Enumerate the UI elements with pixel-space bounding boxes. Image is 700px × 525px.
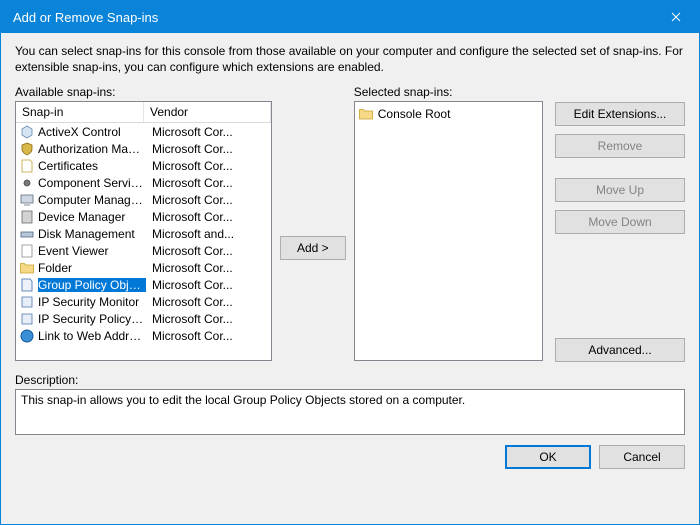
snapin-name: Computer Managem... bbox=[38, 193, 146, 207]
snapin-name: ActiveX Control bbox=[38, 125, 146, 139]
snapin-name: Authorization Manager bbox=[38, 142, 146, 156]
list-item[interactable]: Component ServicesMicrosoft Cor... bbox=[16, 174, 271, 191]
intro-text: You can select snap-ins for this console… bbox=[15, 43, 685, 75]
side-buttons: Edit Extensions... Remove Move Up Move D… bbox=[549, 85, 685, 361]
advanced-button[interactable]: Advanced... bbox=[555, 338, 685, 362]
snapin-name: Event Viewer bbox=[38, 244, 146, 258]
snapin-name: Folder bbox=[38, 261, 146, 275]
folder-icon bbox=[358, 106, 374, 122]
spacer bbox=[555, 166, 685, 178]
snapin-name: Group Policy Object ... bbox=[38, 278, 146, 292]
col-snapin[interactable]: Snap-in bbox=[16, 102, 144, 122]
list-item[interactable]: Group Policy Object ...Microsoft Cor... bbox=[16, 276, 271, 293]
list-item[interactable]: IP Security Policy M...Microsoft Cor... bbox=[16, 310, 271, 327]
snapin-name: Device Manager bbox=[38, 210, 146, 224]
link-icon bbox=[19, 328, 35, 344]
tree-root-label: Console Root bbox=[378, 107, 451, 121]
vendor-name: Microsoft Cor... bbox=[146, 244, 271, 258]
vendor-name: Microsoft Cor... bbox=[146, 329, 271, 343]
edit-extensions-button[interactable]: Edit Extensions... bbox=[555, 102, 685, 126]
description-label: Description: bbox=[15, 373, 685, 387]
snapin-name: Certificates bbox=[38, 159, 146, 173]
move-down-button[interactable]: Move Down bbox=[555, 210, 685, 234]
description-text: This snap-in allows you to edit the loca… bbox=[21, 393, 465, 407]
vendor-name: Microsoft Cor... bbox=[146, 278, 271, 292]
list-item[interactable]: Authorization ManagerMicrosoft Cor... bbox=[16, 140, 271, 157]
move-up-button[interactable]: Move Up bbox=[555, 178, 685, 202]
dialog-content: You can select snap-ins for this console… bbox=[1, 33, 699, 524]
snapin-name: Link to Web Address bbox=[38, 329, 146, 343]
ok-button[interactable]: OK bbox=[505, 445, 591, 469]
vendor-name: Microsoft Cor... bbox=[146, 125, 271, 139]
vendor-name: Microsoft Cor... bbox=[146, 261, 271, 275]
tree-root[interactable]: Console Root bbox=[358, 105, 539, 122]
list-item[interactable]: FolderMicrosoft Cor... bbox=[16, 259, 271, 276]
list-item[interactable]: Computer Managem...Microsoft Cor... bbox=[16, 191, 271, 208]
dialog-window: Add or Remove Snap-ins You can select sn… bbox=[0, 0, 700, 525]
list-header: Snap-in Vendor bbox=[16, 102, 271, 123]
snapin-name: IP Security Monitor bbox=[38, 295, 146, 309]
dialog-footer: OK Cancel bbox=[15, 435, 685, 469]
vendor-name: Microsoft Cor... bbox=[146, 159, 271, 173]
list-item[interactable]: Device ManagerMicrosoft Cor... bbox=[16, 208, 271, 225]
vendor-name: Microsoft and... bbox=[146, 227, 271, 241]
list-item[interactable]: Event ViewerMicrosoft Cor... bbox=[16, 242, 271, 259]
cube-icon bbox=[19, 124, 35, 140]
device-icon bbox=[19, 209, 35, 225]
computer-icon bbox=[19, 192, 35, 208]
cert-icon bbox=[19, 158, 35, 174]
list-item[interactable]: IP Security MonitorMicrosoft Cor... bbox=[16, 293, 271, 310]
add-column: Add > bbox=[278, 85, 348, 361]
ipsec-icon bbox=[19, 311, 35, 327]
selected-label: Selected snap-ins: bbox=[354, 85, 543, 99]
gear-icon bbox=[19, 175, 35, 191]
folder-icon bbox=[19, 260, 35, 276]
selected-column: Selected snap-ins: Console Root bbox=[354, 85, 543, 361]
vendor-name: Microsoft Cor... bbox=[146, 193, 271, 207]
add-button[interactable]: Add > bbox=[280, 236, 346, 260]
close-icon bbox=[671, 12, 681, 22]
selected-tree[interactable]: Console Root bbox=[354, 101, 543, 361]
shield-icon bbox=[19, 141, 35, 157]
disk-icon bbox=[19, 226, 35, 242]
main-columns: Available snap-ins: Snap-in Vendor Activ… bbox=[15, 85, 685, 361]
available-list[interactable]: Snap-in Vendor ActiveX ControlMicrosoft … bbox=[15, 101, 272, 361]
available-column: Available snap-ins: Snap-in Vendor Activ… bbox=[15, 85, 272, 361]
description-box: This snap-in allows you to edit the loca… bbox=[15, 389, 685, 435]
list-item[interactable]: ActiveX ControlMicrosoft Cor... bbox=[16, 123, 271, 140]
list-item[interactable]: CertificatesMicrosoft Cor... bbox=[16, 157, 271, 174]
cancel-button[interactable]: Cancel bbox=[599, 445, 685, 469]
event-icon bbox=[19, 243, 35, 259]
vendor-name: Microsoft Cor... bbox=[146, 176, 271, 190]
col-vendor[interactable]: Vendor bbox=[144, 102, 271, 122]
remove-button[interactable]: Remove bbox=[555, 134, 685, 158]
vendor-name: Microsoft Cor... bbox=[146, 295, 271, 309]
list-item[interactable]: Disk ManagementMicrosoft and... bbox=[16, 225, 271, 242]
available-label: Available snap-ins: bbox=[15, 85, 272, 99]
snapin-name: IP Security Policy M... bbox=[38, 312, 146, 326]
vendor-name: Microsoft Cor... bbox=[146, 210, 271, 224]
window-title: Add or Remove Snap-ins bbox=[13, 10, 653, 25]
vendor-name: Microsoft Cor... bbox=[146, 312, 271, 326]
close-button[interactable] bbox=[653, 1, 699, 33]
titlebar: Add or Remove Snap-ins bbox=[1, 1, 699, 33]
list-item[interactable]: Link to Web AddressMicrosoft Cor... bbox=[16, 327, 271, 344]
gpo-icon bbox=[19, 277, 35, 293]
vendor-name: Microsoft Cor... bbox=[146, 142, 271, 156]
snapin-name: Disk Management bbox=[38, 227, 146, 241]
ipsec-icon bbox=[19, 294, 35, 310]
snapin-name: Component Services bbox=[38, 176, 146, 190]
